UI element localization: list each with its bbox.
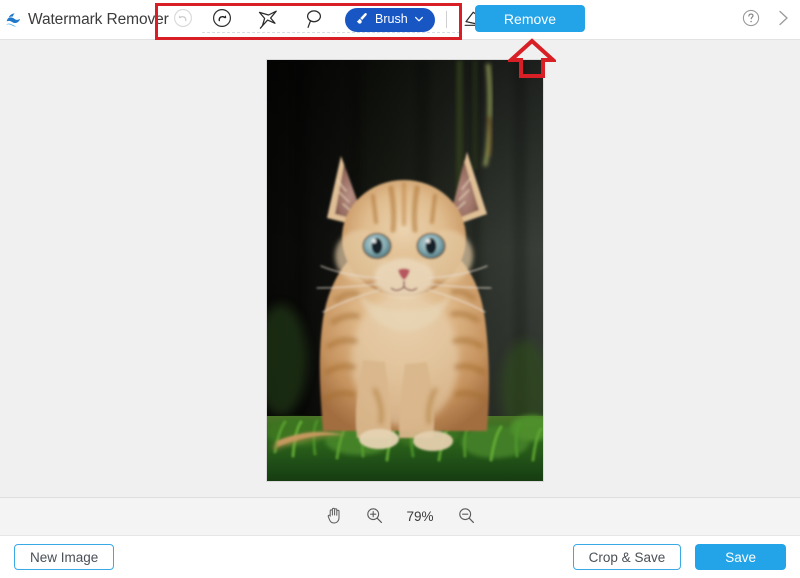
toolbar-gap xyxy=(329,19,345,20)
undo-icon xyxy=(172,7,194,32)
polygon-select-button[interactable] xyxy=(253,5,283,35)
toolbar-gap xyxy=(198,19,207,20)
lasso-select-button[interactable] xyxy=(299,5,329,35)
zoom-in-icon xyxy=(366,507,383,527)
remove-button[interactable]: Remove xyxy=(475,5,585,32)
app-header: Watermark Remover Brush Remove xyxy=(0,0,800,40)
toolbar-gap xyxy=(237,19,253,20)
hand-pan-icon xyxy=(326,506,343,527)
new-image-button[interactable]: New Image xyxy=(14,544,115,570)
next-button[interactable] xyxy=(768,5,798,35)
brush-icon xyxy=(354,11,369,29)
watermark-remover-app: Watermark Remover Brush Remove 79% New I… xyxy=(0,0,800,578)
help-circle-icon xyxy=(741,8,761,31)
toolbar-divider xyxy=(445,11,447,28)
editing-image[interactable] xyxy=(267,60,543,481)
kitten-photo xyxy=(267,60,543,481)
help-button[interactable] xyxy=(736,5,766,35)
redo-icon xyxy=(211,7,233,32)
header-right-controls xyxy=(736,0,798,39)
brand: Watermark Remover xyxy=(0,0,169,39)
zoom-out-icon xyxy=(458,507,475,527)
zoom-in-button[interactable] xyxy=(363,506,385,528)
crop-and-save-button[interactable]: Crop & Save xyxy=(572,544,682,570)
brush-label: Brush xyxy=(375,12,408,27)
zoom-out-button[interactable] xyxy=(455,506,477,528)
footer-right-actions: Crop & Save Save xyxy=(572,544,786,570)
chevron-right-icon xyxy=(773,8,793,31)
zoom-toolbar: 79% xyxy=(0,497,800,535)
undo-button[interactable] xyxy=(168,5,198,35)
image-canvas[interactable] xyxy=(0,40,800,497)
toolbar-gap xyxy=(283,19,299,20)
app-title: Watermark Remover xyxy=(28,10,169,28)
toolbar-underline xyxy=(202,32,460,34)
polygon-lasso-icon xyxy=(256,7,280,32)
save-button[interactable]: Save xyxy=(695,544,786,570)
wave-logo-icon xyxy=(4,9,26,31)
app-footer: New Image Crop & Save Save xyxy=(0,535,800,578)
zoom-level-label: 79% xyxy=(406,509,434,524)
pan-tool-button[interactable] xyxy=(323,506,345,528)
brush-tool-button[interactable]: Brush xyxy=(345,7,435,32)
chevron-down-icon xyxy=(414,13,424,27)
lasso-icon xyxy=(302,7,326,32)
redo-button[interactable] xyxy=(207,5,237,35)
